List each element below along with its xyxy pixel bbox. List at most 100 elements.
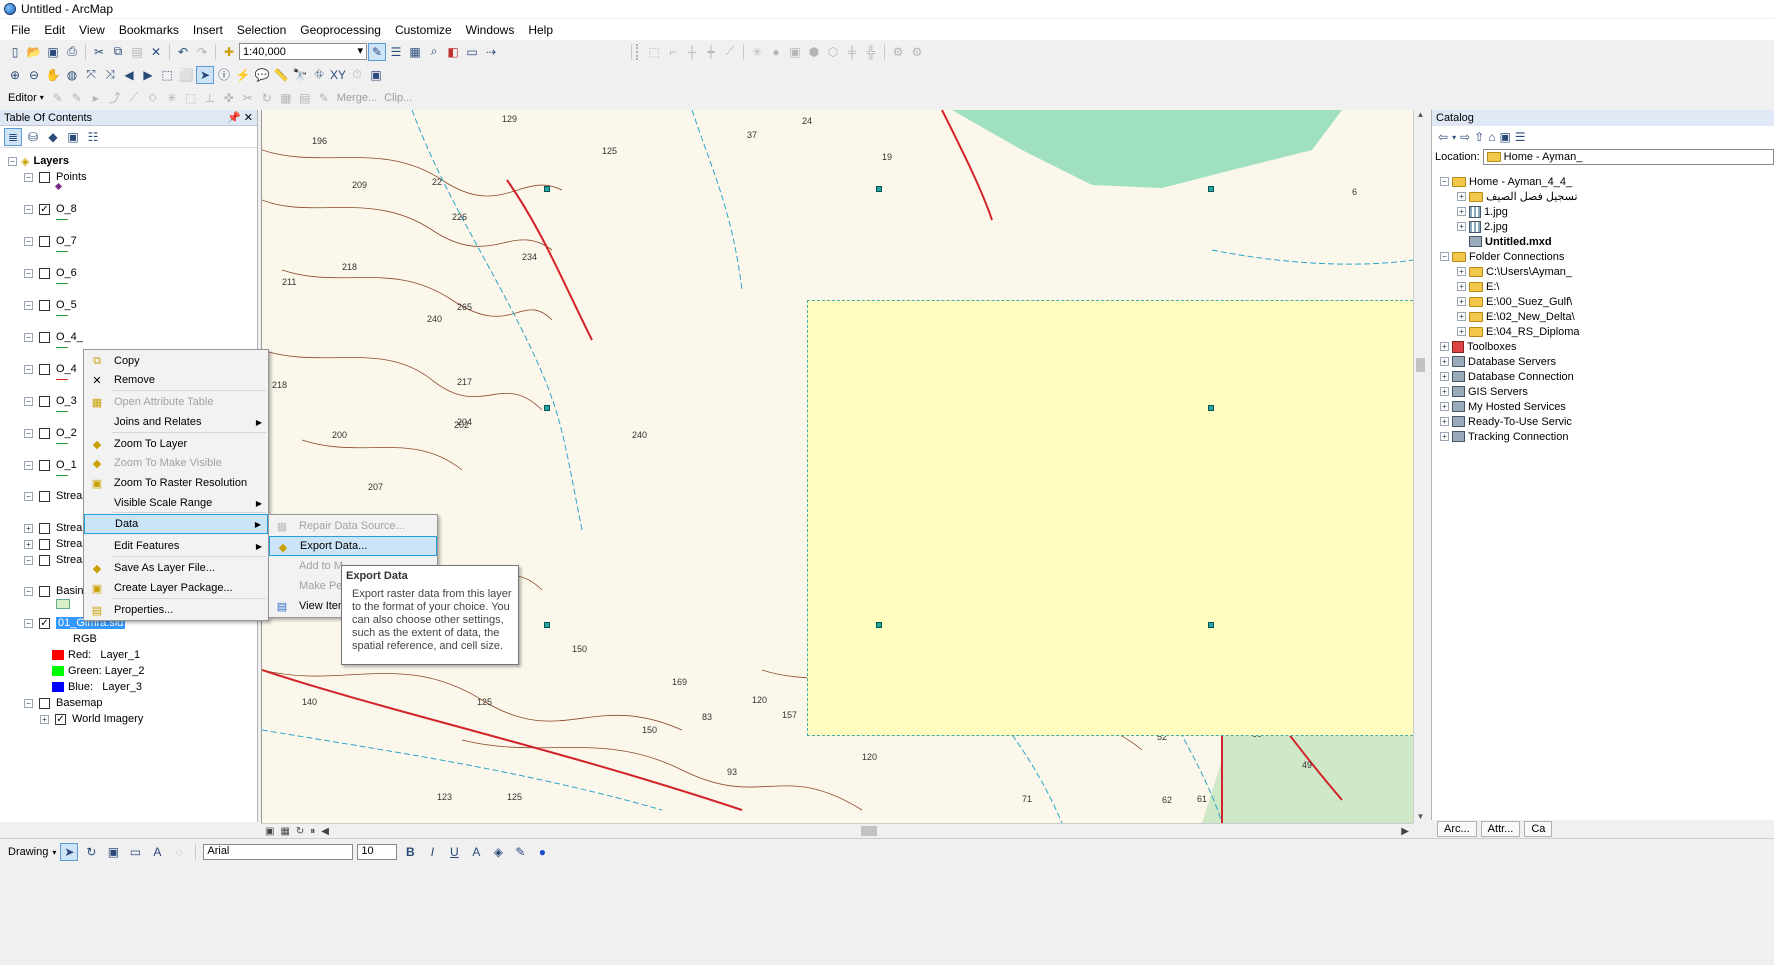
zoom-out-icon[interactable]: ⊖	[25, 66, 43, 84]
selection-handle[interactable]	[1208, 405, 1214, 411]
topology-tool-icon-9[interactable]: ⬢	[805, 43, 823, 61]
catalog-node[interactable]: + E:\02_New_Delta\	[1457, 309, 1575, 324]
topology-tool-icon-8[interactable]: ▣	[786, 43, 804, 61]
underline-icon[interactable]: U	[445, 843, 463, 861]
back-extent-icon[interactable]: ◀	[120, 66, 138, 84]
list-by-selection-icon[interactable]: ▣	[64, 128, 82, 146]
reshape-icon[interactable]: ⊥	[201, 89, 219, 107]
topology-tool-icon-12[interactable]: ╬	[862, 43, 880, 61]
expand-icon[interactable]: +	[1440, 372, 1449, 381]
collapse-icon[interactable]: −	[24, 268, 33, 278]
collapse-icon[interactable]: −	[24, 332, 33, 342]
layer-visibility-checkbox[interactable]	[39, 395, 50, 407]
layer-visibility-checkbox[interactable]	[39, 490, 50, 502]
fixed-zoom-out-icon[interactable]: ⤨	[101, 66, 119, 84]
toc-layer-4[interactable]: − O_5	[24, 297, 77, 313]
collapse-icon[interactable]: −	[24, 618, 33, 628]
menu-edit[interactable]: Edit	[37, 21, 72, 39]
collapse-icon[interactable]: +	[24, 523, 33, 533]
context-menu-item-data[interactable]: Data ▶	[84, 514, 268, 534]
collapse-icon[interactable]: +	[24, 539, 33, 549]
toc-layer-5[interactable]: − O_4_	[24, 329, 83, 345]
layer-visibility-checkbox[interactable]	[39, 554, 50, 566]
collapse-icon[interactable]: −	[1440, 252, 1449, 261]
time-slider-icon[interactable]: ⏱	[348, 66, 366, 84]
layer-visibility-checkbox[interactable]	[39, 459, 50, 471]
options-icon[interactable]: ☷	[84, 128, 102, 146]
bold-icon[interactable]: B	[401, 843, 419, 861]
scroll-down-icon[interactable]: ▼	[1414, 812, 1427, 821]
toc-layers-root[interactable]: − ◈ Layers	[8, 153, 69, 169]
selection-handle[interactable]	[544, 186, 550, 192]
layer-visibility-checkbox[interactable]	[39, 331, 50, 343]
editor-toolbar-toggle-icon[interactable]: ✎	[368, 42, 386, 61]
find-icon[interactable]: 🔭	[291, 66, 309, 84]
topology-tool-icon-4[interactable]: ┿	[702, 43, 720, 61]
editor-menu[interactable]: Editor	[6, 92, 39, 104]
toc-layer-7[interactable]: − O_3	[24, 393, 77, 409]
catalog-node[interactable]: + تسجيل فصل الصيف	[1457, 189, 1578, 204]
collapse-icon[interactable]: −	[24, 460, 33, 470]
identify-icon[interactable]: ⓘ	[215, 66, 233, 84]
expand-icon[interactable]: +	[1457, 222, 1466, 231]
select-elements-icon[interactable]: ➤	[196, 65, 214, 84]
context-menu-item-remove[interactable]: ✕ Remove	[84, 370, 268, 390]
topology-tool-icon-10[interactable]: ⬡	[824, 43, 842, 61]
scroll-left-icon[interactable]: ◀	[321, 826, 329, 837]
html-popup-icon[interactable]: 💬	[253, 66, 271, 84]
menu-insert[interactable]: Insert	[186, 21, 230, 39]
scroll-up-icon[interactable]: ▲	[1414, 110, 1427, 119]
collapse-icon[interactable]: −	[8, 156, 17, 166]
copy-icon[interactable]: ⧉	[109, 43, 127, 61]
catalog-node[interactable]: + E:\00_Suez_Gulf\	[1457, 294, 1572, 309]
close-icon[interactable]: ✕	[244, 112, 253, 124]
layout-view-icon[interactable]: ▣	[265, 826, 274, 837]
expand-icon[interactable]: +	[1440, 402, 1449, 411]
expand-icon[interactable]: +	[1440, 357, 1449, 366]
undo-icon[interactable]: ↶	[174, 43, 192, 61]
toc-layer-6[interactable]: − O_4	[24, 361, 77, 377]
scroll-right-icon[interactable]: ▶	[1401, 826, 1409, 837]
italic-icon[interactable]: I	[423, 843, 441, 861]
refresh-icon[interactable]: ↻	[296, 826, 304, 837]
rectangle-icon[interactable]: ▭	[126, 843, 144, 861]
collapse-icon[interactable]: −	[24, 428, 33, 438]
open-icon[interactable]: 📂	[25, 43, 43, 61]
layer-visibility-checkbox[interactable]	[39, 235, 50, 247]
toc-layer-11[interactable]: + Strear	[24, 520, 86, 536]
save-icon[interactable]: ▣	[44, 43, 62, 61]
map-view[interactable]: 129 24 37 125 19 196 209 22 226 265 218 211 240 234 20…	[261, 110, 1413, 823]
redo-icon[interactable]: ↷	[193, 43, 211, 61]
toc-world-imagery[interactable]: + ✓ World Imagery	[40, 711, 143, 727]
pin-icon[interactable]: 📌	[227, 112, 241, 124]
catalog-options-icon[interactable]: ☰	[1515, 130, 1526, 144]
toc-layer-1[interactable]: − ✓ O_8	[24, 201, 77, 217]
edit-annotation-icon[interactable]: ✎	[68, 89, 86, 107]
collapse-icon[interactable]: −	[24, 586, 33, 596]
toc-layer-9[interactable]: − O_1	[24, 457, 77, 473]
expand-icon[interactable]: +	[1457, 327, 1466, 336]
expand-icon[interactable]: +	[40, 714, 49, 724]
selection-handle[interactable]	[544, 405, 550, 411]
split-icon[interactable]: ✂	[239, 89, 257, 107]
edit-vertices-icon[interactable]: ⬚	[182, 89, 200, 107]
expand-icon[interactable]: +	[1457, 312, 1466, 321]
location-combobox[interactable]: Home - Ayman_	[1482, 149, 1774, 165]
selection-handle[interactable]	[876, 186, 882, 192]
straight-segment-icon[interactable]: ▸	[87, 89, 105, 107]
collapse-icon[interactable]: −	[24, 204, 33, 214]
topology-tool-icon-2[interactable]: ⌐	[664, 43, 682, 61]
collapse-icon[interactable]: −	[24, 172, 33, 182]
menu-bookmarks[interactable]: Bookmarks	[112, 21, 186, 39]
attributes-icon[interactable]: ▦	[277, 89, 295, 107]
topology-tool-icon-6[interactable]: ✳	[748, 43, 766, 61]
toc-layer-8[interactable]: − O_2	[24, 425, 77, 441]
model-builder-icon[interactable]: ⇢	[482, 43, 500, 61]
menu-geoprocessing[interactable]: Geoprocessing	[293, 21, 388, 39]
catalog-node[interactable]: + Tracking Connection	[1440, 429, 1568, 444]
up-level-icon[interactable]: ⇧	[1474, 130, 1484, 144]
context-menu-item-zoom-to-raster-resolution[interactable]: ▣ Zoom To Raster Resolution	[84, 473, 268, 493]
end-point-arc-icon[interactable]: ⤴	[106, 89, 124, 107]
h-scroll-thumb[interactable]	[861, 826, 877, 836]
selection-handle[interactable]	[1208, 186, 1214, 192]
